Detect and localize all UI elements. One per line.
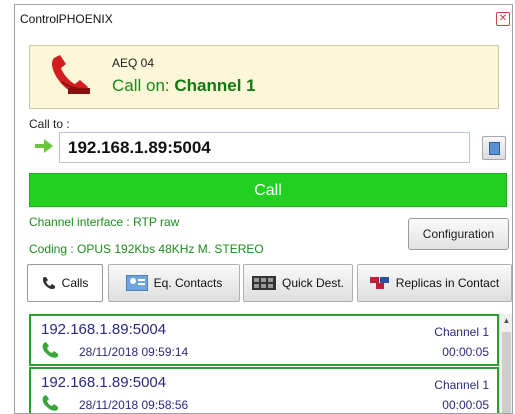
channel-interface-text: Channel interface : RTP raw — [29, 215, 180, 229]
app-window: ControlPHOENIX ✕ AEQ 04 Call on: Channel… — [14, 4, 513, 414]
tab-replicas-in-contact[interactable]: Replicas in Contact — [357, 264, 512, 302]
tab-eq-contacts[interactable]: Eq. Contacts — [108, 264, 240, 302]
call-date: 28/11/2018 09:58:56 — [79, 398, 189, 412]
phone-handset-icon — [52, 55, 90, 94]
call-duration: 00:00:05 — [442, 398, 489, 412]
contact-card-icon — [125, 275, 148, 291]
tab-calls[interactable]: Calls — [27, 264, 103, 302]
list-item[interactable]: 192.168.1.89:5004 28/11/2018 09:58:56 Ch… — [29, 367, 499, 413]
incoming-call-icon — [42, 342, 58, 358]
scroll-thumb[interactable] — [502, 332, 511, 413]
configuration-button[interactable]: Configuration — [408, 218, 509, 250]
keypad-icon — [251, 276, 276, 290]
call-channel: Channel 1 — [434, 378, 489, 392]
tab-quick-dest-label: Quick Dest. — [281, 276, 344, 290]
call-date: 28/11/2018 09:59:14 — [79, 345, 189, 359]
incoming-call-icon — [42, 395, 58, 411]
tab-quick-dest[interactable]: Quick Dest. — [243, 264, 353, 302]
replicas-icon — [369, 277, 389, 289]
call-to-input[interactable] — [59, 132, 470, 163]
address-book-button[interactable] — [482, 136, 506, 160]
close-button[interactable]: ✕ — [496, 12, 510, 26]
call-button[interactable]: Call — [29, 173, 507, 207]
list-item[interactable]: 192.168.1.89:5004 28/11/2018 09:59:14 Ch… — [29, 314, 499, 366]
phone-icon — [42, 277, 55, 290]
tab-calls-label: Calls — [61, 276, 89, 290]
device-name: AEQ 04 — [112, 56, 155, 70]
coding-text: Coding : OPUS 192Kbs 48KHz M. STEREO — [29, 242, 264, 256]
call-on-prefix: Call on: — [112, 76, 175, 95]
address-book-icon — [489, 142, 500, 155]
list-scrollbar[interactable]: ▲ — [499, 314, 512, 413]
call-address: 192.168.1.89:5004 — [41, 374, 167, 391]
tab-replicas-label: Replicas in Contact — [395, 276, 500, 290]
call-status-panel: AEQ 04 Call on: Channel 1 — [29, 45, 499, 109]
call-status-text: Call on: Channel 1 — [112, 76, 256, 96]
channel-name: Channel 1 — [174, 76, 256, 95]
tab-bar: Calls Eq. Contacts Quick Dest. Replicas … — [27, 264, 512, 302]
tab-eq-contacts-label: Eq. Contacts — [153, 276, 223, 290]
call-to-label: Call to : — [29, 117, 70, 131]
window-title: ControlPHOENIX — [20, 12, 113, 26]
title-bar[interactable]: ControlPHOENIX ✕ — [15, 5, 512, 33]
green-arrow-icon — [35, 139, 53, 153]
scroll-up-arrow-icon[interactable]: ▲ — [500, 314, 512, 328]
call-channel: Channel 1 — [434, 325, 489, 339]
call-address: 192.168.1.89:5004 — [41, 321, 167, 338]
calls-list: 192.168.1.89:5004 28/11/2018 09:59:14 Ch… — [29, 314, 499, 413]
call-duration: 00:00:05 — [442, 345, 489, 359]
